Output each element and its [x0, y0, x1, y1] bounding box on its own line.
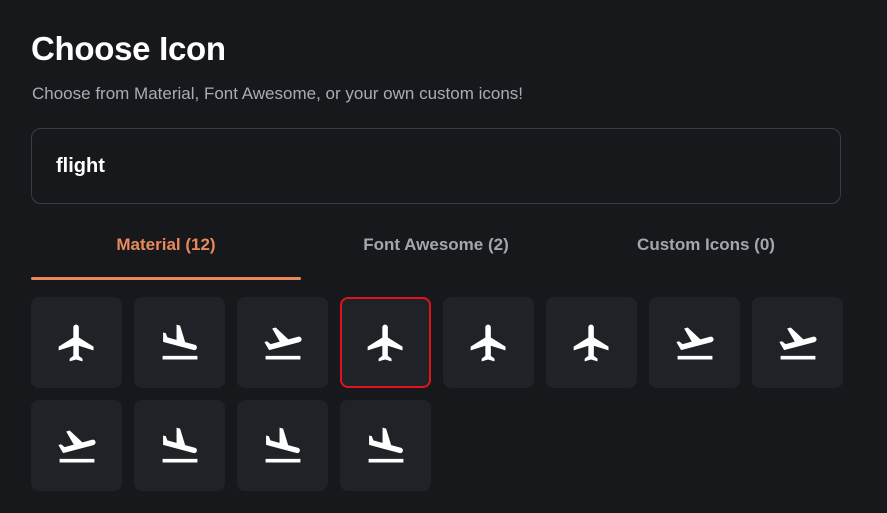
icon-tile[interactable]	[31, 400, 122, 491]
flight-icon	[364, 321, 408, 365]
flight-icon	[570, 321, 614, 365]
icon-tile[interactable]	[31, 297, 122, 388]
flight-land-icon	[261, 424, 305, 468]
dialog-subtitle: Choose from Material, Font Awesome, or y…	[32, 84, 523, 103]
icon-tile[interactable]	[649, 297, 740, 388]
icon-tile[interactable]	[752, 297, 843, 388]
flight-takeoff-icon	[673, 321, 717, 365]
search-input[interactable]	[31, 128, 841, 204]
icon-tile[interactable]	[134, 400, 225, 491]
tab-material[interactable]: Material (12)	[31, 226, 301, 280]
icon-tile[interactable]	[443, 297, 534, 388]
dialog-title: Choose Icon	[31, 30, 226, 67]
flight-takeoff-icon	[776, 321, 820, 365]
icon-tile[interactable]	[134, 297, 225, 388]
flight-takeoff-icon	[55, 424, 99, 468]
icon-grid	[31, 297, 843, 491]
icon-tile[interactable]	[237, 297, 328, 388]
tab-custom-icons[interactable]: Custom Icons (0)	[571, 226, 841, 280]
choose-icon-dialog: Choose Icon Choose from Material, Font A…	[0, 0, 887, 513]
flight-land-icon	[158, 424, 202, 468]
icon-tile[interactable]	[546, 297, 637, 388]
icon-source-tabs: Material (12) Font Awesome (2) Custom Ic…	[31, 226, 841, 280]
flight-takeoff-icon	[261, 321, 305, 365]
icon-tile[interactable]	[237, 400, 328, 491]
icon-tile[interactable]	[340, 400, 431, 491]
flight-land-icon	[364, 424, 408, 468]
flight-icon	[55, 321, 99, 365]
tab-font-awesome[interactable]: Font Awesome (2)	[301, 226, 571, 280]
icon-tile[interactable]	[340, 297, 431, 388]
flight-icon	[467, 321, 511, 365]
flight-land-icon	[158, 321, 202, 365]
